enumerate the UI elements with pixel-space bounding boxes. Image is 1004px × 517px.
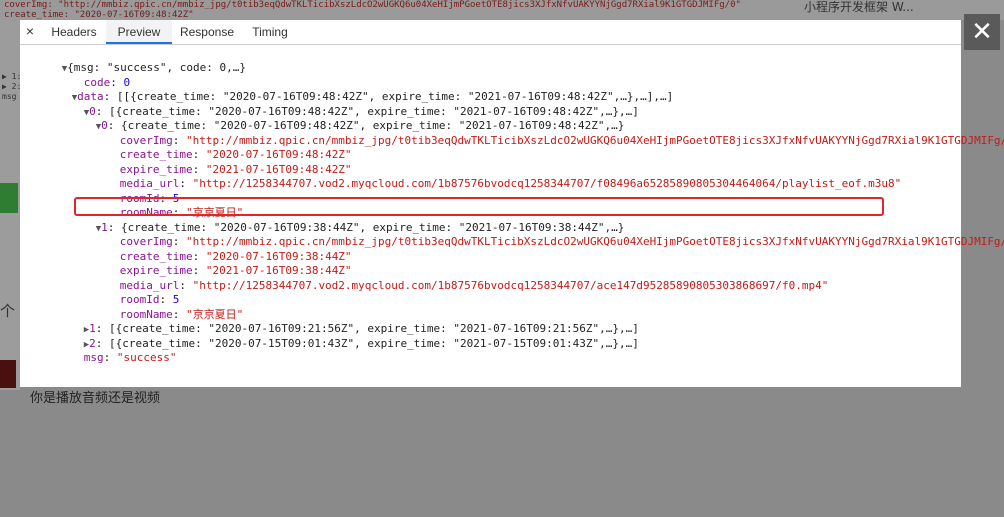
tree-row-media-url: media_url: "http://1258344707.vod2.myqcl… (119, 279, 829, 293)
background-heading: 小程序开发框架 W... (804, 0, 914, 14)
background-line: create_time: "2020-07-16T09:48:42Z" (4, 10, 194, 20)
tree-row-room-name: roomName: "京京夏日" (119, 308, 244, 322)
tree-row-root[interactable]: ▼{msg: "success", code: 0,…} (22, 47, 246, 74)
tree-row-data-2[interactable]: ▶2: [{create_time: "2020-07-15T09:01:43Z… (44, 323, 639, 350)
devtools-tab-bar: × Headers Preview Response Timing (20, 20, 961, 45)
avatar (0, 360, 16, 388)
tab-timing[interactable]: Timing (242, 20, 298, 44)
background-line: coverImg: "http://mmbiz.qpic.cn/mmbiz_jp… (4, 0, 741, 10)
overlay-close-button[interactable]: ✕ (964, 14, 1000, 50)
close-icon[interactable]: × (23, 23, 37, 39)
background-comment: 你是播放音频还是视频 (30, 391, 161, 406)
background-text: 个 (0, 302, 16, 320)
property-value: "http://1258344707.vod2.myqcloud.com/1b8… (192, 279, 829, 293)
property-key: msg (83, 351, 104, 365)
background-green-button (0, 183, 18, 213)
tree-row-expire-time: expire_time: "2021-07-16T09:38:44Z" (119, 264, 352, 278)
tree-row-coverimg: coverImg: "http://mmbiz.qpic.cn/mmbiz_jp… (80, 120, 1004, 147)
tree-row-data-0[interactable]: ▼0: [{create_time: "2020-07-16T09:48:42Z… (44, 91, 639, 118)
tree-row-data-1[interactable]: ▶1: [{create_time: "2020-07-16T09:21:56Z… (44, 308, 639, 335)
tab-preview[interactable]: Preview (106, 20, 172, 44)
property-value: "http://1258344707.vod2.myqcloud.com/1b8… (192, 177, 902, 191)
tree-row-room-id: roomId: 5 (119, 192, 180, 206)
tree-row-data[interactable]: ▼data: [[{create_time: "2020-07-16T09:48… (32, 76, 673, 103)
devtools-preview-panel: × Headers Preview Response Timing ▼{msg:… (20, 20, 1004, 387)
tree-row-msg: msg: "success" (83, 351, 177, 365)
array-summary: [{create_time: "2020-07-15T09:01:43Z", e… (109, 337, 639, 351)
background-tree-stub: ▶ 1: ▶ 2: msg (2, 72, 22, 101)
tree-row-expire-time: expire_time: "2021-07-16T09:48:42Z" (119, 163, 352, 177)
tree-row-create-time: create_time: "2020-07-16T09:38:44Z" (119, 250, 352, 264)
tree-row-object-0[interactable]: ▼0: {create_time: "2020-07-16T09:48:42Z"… (56, 105, 625, 132)
tree-row-coverimg: coverImg: "http://mmbiz.qpic.cn/mmbiz_jp… (80, 221, 1004, 248)
media-url-highlight-box (74, 197, 884, 216)
tree-row-media-url: media_url: "http://1258344707.vod2.myqcl… (119, 177, 902, 191)
tree-row-code: code: 0 (83, 76, 131, 90)
tree-row-room-id: roomId: 5 (119, 293, 180, 307)
tab-response[interactable]: Response (172, 20, 242, 44)
tab-headers[interactable]: Headers (42, 20, 106, 44)
tree-row-create-time: create_time: "2020-07-16T09:48:42Z" (119, 148, 352, 162)
property-value: "success" (116, 351, 177, 365)
json-preview-tree: ▼{msg: "success", code: 0,…} code: 0 ▼da… (20, 45, 1004, 387)
